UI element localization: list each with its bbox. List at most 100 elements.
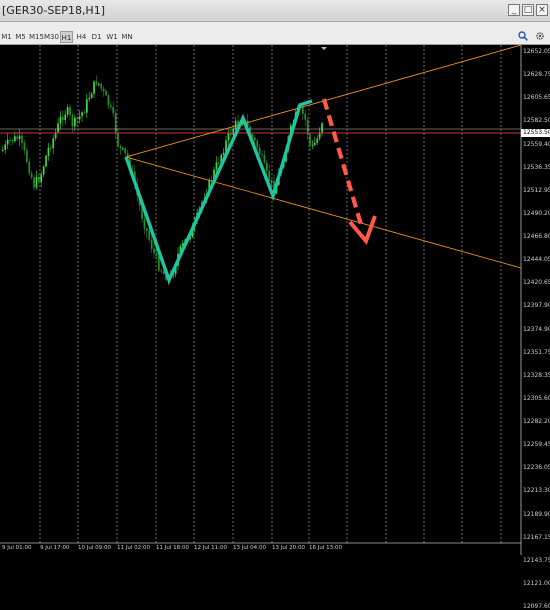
- search-icon[interactable]: [517, 31, 529, 43]
- candle-body: [47, 147, 50, 156]
- candle-body: [98, 83, 100, 85]
- price-axis-label: 12121.00: [523, 579, 550, 587]
- candle-body: [124, 148, 127, 154]
- time-axis-label: 13 Jul 20:00: [272, 545, 305, 551]
- close-icon[interactable]: ×: [536, 4, 548, 16]
- price-axis-label: 12374.90: [523, 325, 550, 333]
- candle-body: [74, 117, 76, 127]
- candle-body: [88, 97, 91, 100]
- candle-body: [69, 107, 71, 116]
- candle-body: [218, 162, 220, 164]
- candle-body: [150, 239, 153, 249]
- candle-body: [263, 155, 266, 163]
- price-axis-label: 12305.60: [523, 394, 550, 402]
- window-title: [GER30-SEP18,H1]: [2, 4, 105, 17]
- candle-body: [52, 138, 55, 149]
- candle-body: [76, 117, 79, 120]
- candle-body: [119, 145, 122, 149]
- candle-body: [306, 119, 309, 135]
- candle-body: [234, 120, 237, 130]
- candle-body: [158, 256, 160, 271]
- chart-window-titlebar: [GER30-SEP18,H1] _ □ ×: [0, 0, 550, 22]
- candle-body: [28, 161, 31, 174]
- price-axis-label: 12213.30: [523, 487, 550, 495]
- price-axis-label: 12259.45: [523, 441, 550, 449]
- time-axis-label: 13 Jul 04:00: [233, 545, 266, 551]
- timeframe-toolbar: M1 M5 M15 M30 H1 H4 D1 W1 MN: [0, 30, 550, 45]
- candle-body: [16, 136, 19, 140]
- price-axis-label: 12351.75: [523, 348, 550, 356]
- candle-body: [38, 177, 40, 182]
- price-axis-label: 12143.75: [523, 556, 550, 564]
- price-axis-label: 12652.05: [523, 48, 550, 55]
- candle-body: [222, 152, 225, 155]
- timeframe-m15[interactable]: M15: [29, 31, 44, 43]
- candle-body: [9, 139, 11, 141]
- timeframe-m1[interactable]: M1: [1, 31, 12, 43]
- candle-body: [23, 143, 26, 151]
- candle-body: [114, 113, 117, 133]
- timeframe-m30[interactable]: M30: [44, 31, 59, 43]
- candle-body: [78, 116, 81, 120]
- chart-grid: [39, 45, 502, 543]
- candle-body: [107, 95, 110, 106]
- price-axis-label: 12536.35: [523, 163, 550, 171]
- candle-body: [4, 144, 7, 150]
- candle-body: [90, 93, 93, 98]
- candle-body: [6, 139, 9, 145]
- candle-body: [160, 270, 163, 272]
- timeframe-mn[interactable]: MN: [121, 31, 133, 43]
- price-axis-label: 12444.05: [523, 256, 550, 264]
- price-axis-label: 12189.90: [523, 510, 550, 518]
- candle-body: [33, 177, 35, 188]
- minimize-icon[interactable]: _: [508, 4, 520, 16]
- timeframe-h4[interactable]: H4: [76, 31, 87, 43]
- price-axis-label: 12582.50: [523, 117, 550, 125]
- price-axis-label: 12328.35: [523, 371, 550, 379]
- price-axis-label: 12466.80: [523, 233, 550, 241]
- time-axis-label: 16 Jul 13:00: [309, 545, 342, 551]
- candle-body: [93, 81, 95, 94]
- price-axis-label: 12512.95: [523, 186, 550, 194]
- price-axis-label: 12559.40: [523, 140, 550, 148]
- candle-body: [162, 271, 165, 274]
- price-axis-label: 12397.90: [523, 302, 550, 310]
- price-axis-label: 12282.20: [523, 418, 550, 426]
- candle-body: [122, 148, 124, 150]
- forecast-arrow-line: [321, 98, 365, 229]
- gear-icon[interactable]: [534, 31, 546, 43]
- candle-body: [146, 228, 148, 231]
- time-axis-label: 9 Jul 01:00: [2, 545, 32, 551]
- candle-body: [11, 140, 14, 142]
- price-axis-label: 12420.65: [523, 279, 550, 287]
- timeframe-d1[interactable]: D1: [91, 31, 102, 43]
- price-axis-label: 12167.15: [523, 533, 550, 541]
- candle-body: [304, 113, 307, 120]
- candle-body: [40, 174, 43, 182]
- candle-body: [270, 180, 273, 182]
- candle-body: [86, 99, 88, 113]
- candle-body: [21, 135, 23, 144]
- top-strip: [0, 22, 550, 30]
- price-chart[interactable]: [0, 45, 550, 555]
- candle-body: [311, 144, 314, 146]
- candle-body: [42, 166, 45, 175]
- candle-body: [314, 142, 316, 145]
- candle-body: [258, 147, 261, 155]
- candle-body: [215, 162, 218, 170]
- candle-body: [105, 91, 107, 96]
- candle-body: [45, 155, 47, 167]
- timeframe-h1[interactable]: H1: [60, 31, 73, 43]
- candle-body: [112, 107, 115, 114]
- candle-body: [59, 116, 62, 124]
- candle-body: [26, 150, 28, 162]
- maximize-icon[interactable]: □: [522, 4, 534, 16]
- time-axis-label: 10 Jul 09:00: [78, 545, 111, 551]
- candle-body: [100, 83, 103, 89]
- time-axis-label: 9 Jul 17:00: [40, 545, 70, 551]
- candle-body: [57, 123, 59, 133]
- candle-body: [254, 137, 256, 141]
- timeframe-w1[interactable]: W1: [106, 31, 118, 43]
- candle-body: [62, 116, 64, 121]
- timeframe-m5[interactable]: M5: [15, 31, 26, 43]
